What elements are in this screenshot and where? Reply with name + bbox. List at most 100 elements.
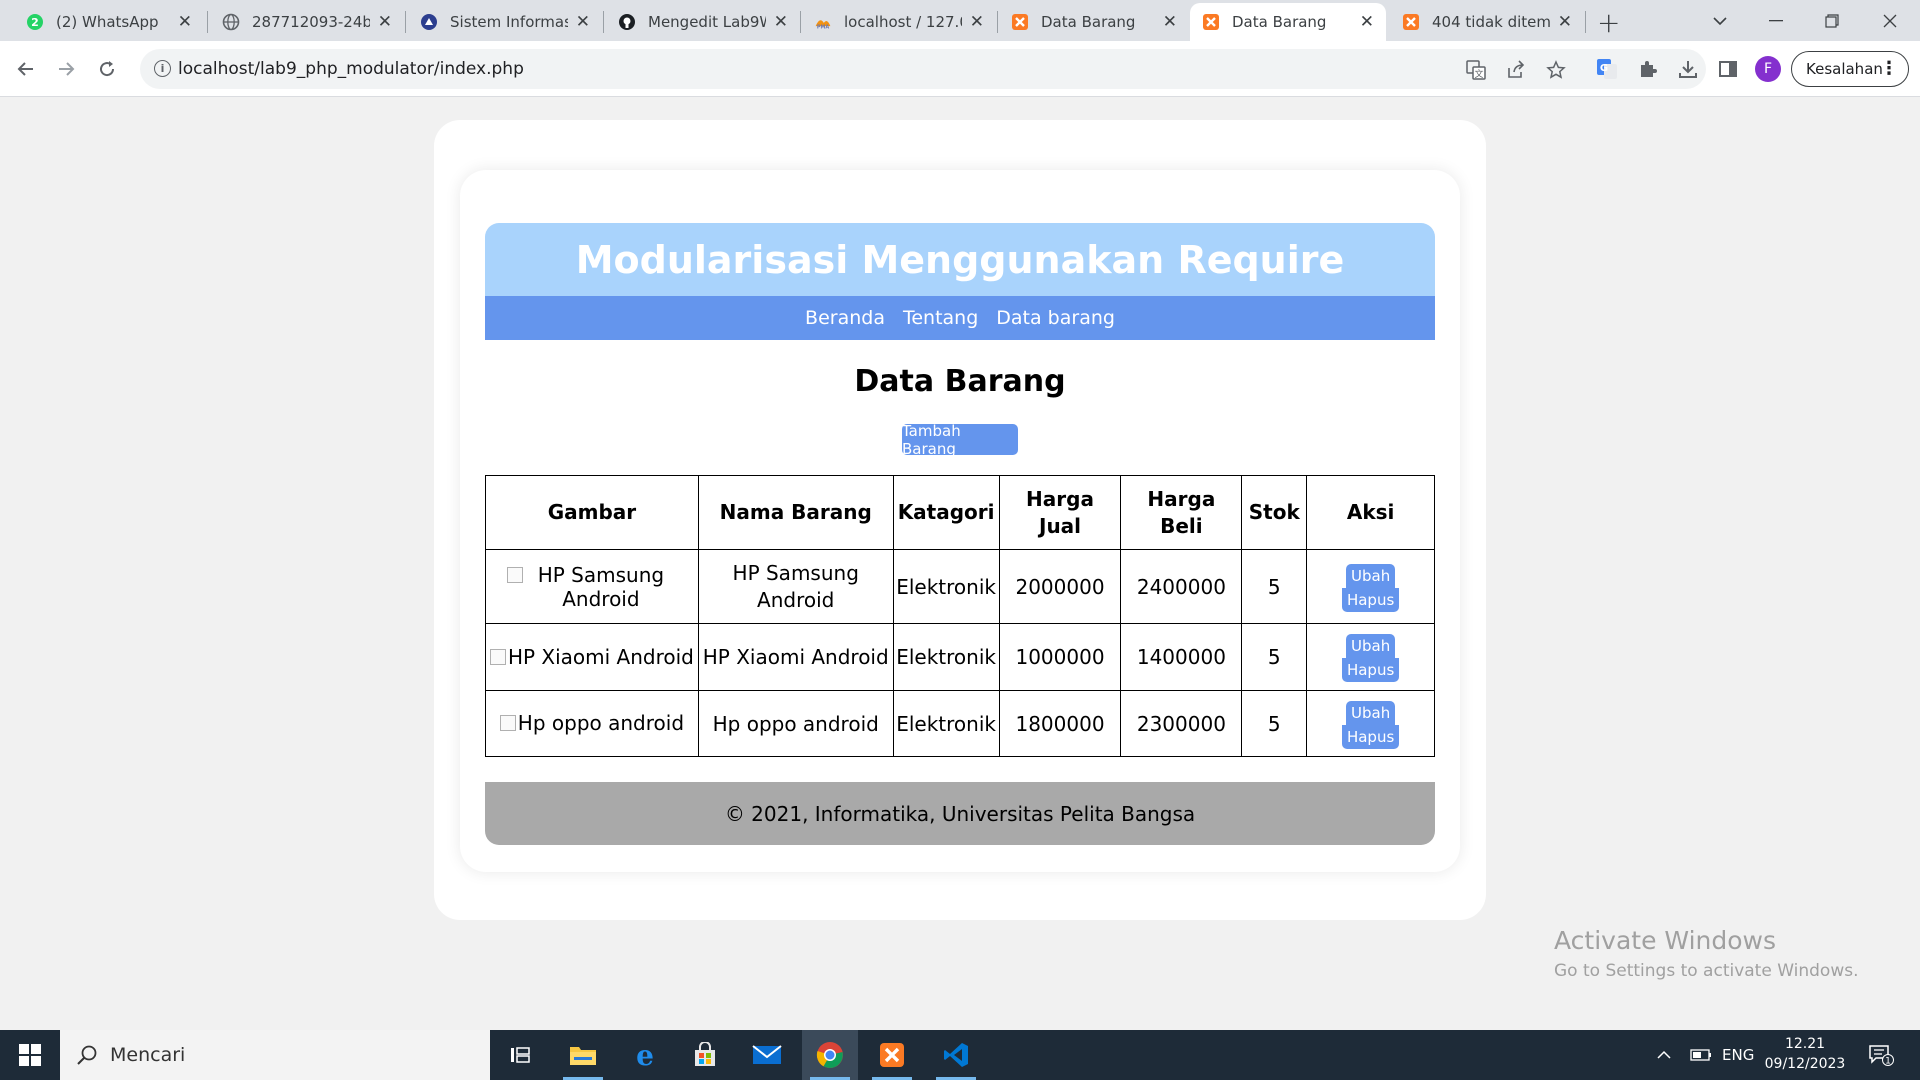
tab-whatsapp[interactable]: 2 (2) WhatsApp ✕ xyxy=(14,3,204,41)
column-header-katagori: Katagori xyxy=(892,475,1000,550)
url-text[interactable]: localhost/lab9_php_modulator/index.php xyxy=(178,59,524,79)
delete-button[interactable]: Hapus xyxy=(1341,658,1400,682)
tab-separator xyxy=(800,11,801,33)
tab-sistem-informasi[interactable]: Sistem Informasi ✕ xyxy=(408,3,602,41)
edit-button[interactable]: Ubah xyxy=(1346,700,1396,725)
profile-avatar[interactable]: F xyxy=(1755,56,1781,82)
close-window-icon[interactable] xyxy=(1862,0,1918,41)
vscode-icon[interactable] xyxy=(928,1030,984,1080)
close-tab-icon[interactable]: ✕ xyxy=(378,12,392,32)
delete-button[interactable]: Hapus xyxy=(1341,724,1400,749)
close-tab-icon[interactable]: ✕ xyxy=(1360,12,1374,32)
error-button-label: Kesalahan xyxy=(1806,60,1883,78)
column-header-gambar: Gambar xyxy=(485,475,699,550)
edit-button[interactable]: Ubah xyxy=(1346,634,1396,658)
svg-text:文: 文 xyxy=(1474,68,1483,80)
tab-data-barang-active[interactable]: Data Barang ✕ xyxy=(1190,3,1386,41)
tab-phpmyadmin[interactable]: PMA localhost / 127.0 ✕ xyxy=(802,3,996,41)
xampp-icon xyxy=(1402,13,1420,31)
page-title: Data Barang xyxy=(854,364,1066,399)
nav-beranda[interactable]: Beranda xyxy=(805,307,885,329)
browser-tab-bar: 2 (2) WhatsApp ✕ 287712093-24b6 ✕ Sistem… xyxy=(0,0,1920,41)
svg-text:PMA: PMA xyxy=(817,25,829,31)
forward-arrow-icon[interactable] xyxy=(50,53,82,85)
tab-separator xyxy=(603,11,604,33)
item-name: HP Xiaomi Android xyxy=(697,623,894,691)
image-alt-text: HP Xiaomi Android xyxy=(507,644,694,669)
nav-data-barang[interactable]: Data barang xyxy=(996,307,1115,329)
share-icon[interactable] xyxy=(1505,59,1527,81)
tab-title: Data Barang xyxy=(1232,13,1327,31)
new-tab-button[interactable]: + xyxy=(1597,6,1620,39)
column-header-stok: Stok xyxy=(1241,475,1308,550)
language-indicator[interactable]: ENG xyxy=(1722,1030,1754,1080)
table-header-row: Gambar Nama Barang Katagori Harga Jual H… xyxy=(485,475,1435,550)
taskbar-search[interactable]: Mencari xyxy=(60,1030,490,1080)
item-sell-price: 2000000 xyxy=(998,549,1122,624)
item-image-cell: Hp oppo android xyxy=(485,690,699,757)
add-item-button[interactable]: Tambah Barang xyxy=(902,422,1018,458)
close-tab-icon[interactable]: ✕ xyxy=(970,12,984,32)
microsoft-store-icon[interactable] xyxy=(677,1030,733,1080)
bookmark-star-icon[interactable] xyxy=(1545,59,1567,81)
tab-title: Mengedit Lab9W xyxy=(648,13,766,31)
minimize-icon[interactable] xyxy=(1748,0,1804,41)
windows-start-icon[interactable] xyxy=(0,1030,60,1080)
item-image-cell: HP Samsung Android xyxy=(485,549,699,624)
column-header-harga-beli: Harga Beli xyxy=(1120,475,1243,550)
download-icon[interactable] xyxy=(1676,57,1700,81)
battery-icon[interactable] xyxy=(1690,1030,1712,1080)
close-tab-icon[interactable]: ✕ xyxy=(1163,12,1177,32)
phpmyadmin-icon: PMA xyxy=(814,13,832,31)
taskbar-clock[interactable]: 12.21 09/12/2023 xyxy=(1760,1034,1850,1074)
edit-button[interactable]: Ubah xyxy=(1346,563,1396,588)
chrome-icon[interactable] xyxy=(802,1030,858,1080)
tab-title: (2) WhatsApp xyxy=(56,13,159,31)
tab-github[interactable]: Mengedit Lab9W ✕ xyxy=(606,3,800,41)
omnibox[interactable]: i localhost/lab9_php_modulator/index.php… xyxy=(140,49,1706,89)
nav-tentang[interactable]: Tentang xyxy=(903,307,978,329)
windows-taskbar: Mencari e ENG 12.21 09/12/2023 1 xyxy=(0,1030,1920,1080)
table-row: HP Xiaomi Android HP Xiaomi Android Elek… xyxy=(485,623,1435,691)
table-row: Hp oppo android Hp oppo android Elektron… xyxy=(485,690,1435,757)
item-category: Elektronik xyxy=(892,623,1000,691)
broken-image: HP Samsung Android xyxy=(506,562,677,611)
translate-icon[interactable]: 文 xyxy=(1465,59,1487,81)
tab-link[interactable]: 287712093-24b6 ✕ xyxy=(210,3,404,41)
tab-404[interactable]: 404 tidak ditemu ✕ xyxy=(1390,3,1584,41)
reload-icon[interactable] xyxy=(91,53,123,85)
xampp-taskbar-icon[interactable] xyxy=(864,1030,920,1080)
restore-icon[interactable] xyxy=(1804,0,1860,41)
close-tab-icon[interactable]: ✕ xyxy=(178,12,192,32)
tab-separator xyxy=(1585,11,1586,33)
site-header: Modularisasi Menggunakan Require xyxy=(485,223,1435,296)
tab-title: Sistem Informasi xyxy=(450,13,568,31)
close-tab-icon[interactable]: ✕ xyxy=(774,12,788,32)
task-view-icon[interactable] xyxy=(492,1030,548,1080)
site-info-icon[interactable]: i xyxy=(154,60,171,77)
tab-title: 287712093-24b6 xyxy=(252,13,370,31)
item-buy-price: 2300000 xyxy=(1120,690,1243,757)
image-alt-text: HP Samsung Android xyxy=(537,562,665,611)
more-vert-icon[interactable]: ⋮ xyxy=(1880,58,1898,79)
close-tab-icon[interactable]: ✕ xyxy=(576,12,590,32)
extensions-puzzle-icon[interactable] xyxy=(1636,57,1660,81)
whatsapp-icon: 2 xyxy=(26,13,44,31)
close-tab-icon[interactable]: ✕ xyxy=(1558,12,1572,32)
edge-browser-icon[interactable]: e xyxy=(617,1030,673,1080)
tab-data-barang[interactable]: Data Barang ✕ xyxy=(999,3,1189,41)
file-explorer-icon[interactable] xyxy=(555,1030,611,1080)
watermark-subtitle: Go to Settings to activate Windows. xyxy=(1554,961,1859,981)
tab-title: 404 tidak ditemu xyxy=(1432,13,1550,31)
notification-center-icon[interactable]: 1 xyxy=(1868,1030,1894,1080)
show-hidden-icons[interactable] xyxy=(1656,1030,1672,1080)
google-translate-extension-icon[interactable]: G xyxy=(1595,57,1619,81)
items-table: Gambar Nama Barang Katagori Harga Jual H… xyxy=(485,475,1435,757)
site-footer: © 2021, Informatika, Universitas Pelita … xyxy=(485,782,1435,845)
delete-button[interactable]: Hapus xyxy=(1341,587,1400,612)
side-panel-icon[interactable] xyxy=(1716,57,1740,81)
tab-search-icon[interactable] xyxy=(1692,0,1748,41)
back-arrow-icon[interactable] xyxy=(10,53,42,85)
error-button[interactable]: Kesalahan ⋮ xyxy=(1791,51,1909,87)
mail-icon[interactable] xyxy=(739,1030,795,1080)
